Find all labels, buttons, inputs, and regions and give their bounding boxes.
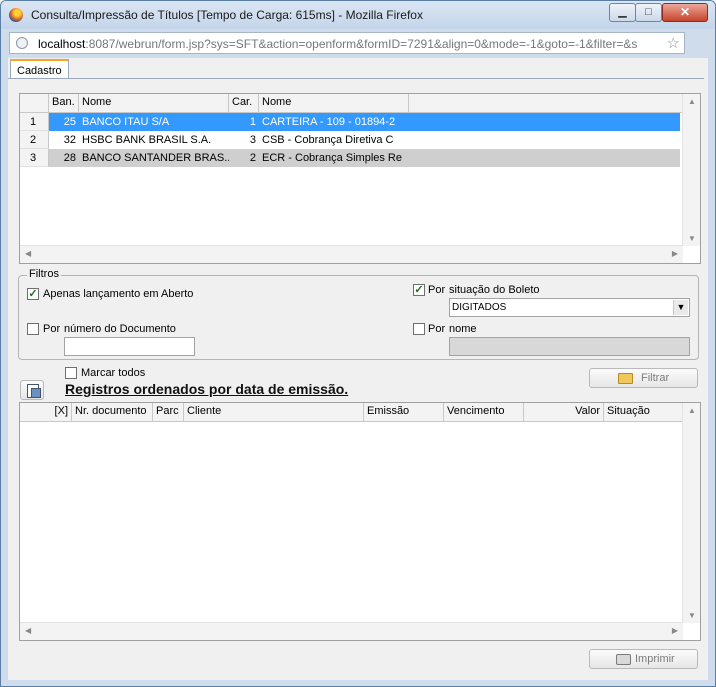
browser-window: Consulta/Impressão de Títulos [Tempo de … [0, 0, 716, 687]
url-text[interactable]: localhost:8087/webrun/form.jsp?sys=SFT&a… [38, 37, 637, 51]
imprimir-label: Imprimir [635, 653, 675, 665]
filters-group: Filtros ✓ Apenas lançamento em Aberto ✓ … [18, 268, 699, 360]
situacao-checkbox[interactable]: ✓ [413, 284, 425, 296]
nome-checkbox[interactable] [413, 323, 425, 335]
cell-nome: HSBC BANK BRASIL S.A. [82, 134, 212, 146]
documento-input[interactable] [64, 337, 195, 356]
window-title: Consulta/Impressão de Títulos [Tempo de … [31, 8, 423, 22]
printer-icon [616, 654, 631, 665]
documento-label: número do Documento [64, 323, 176, 335]
table-row[interactable]: 2 32 HSBC BANK BRASIL S.A. 3 CSB - Cobra… [20, 131, 682, 149]
nome-label: nome [449, 323, 477, 335]
url-host: localhost [38, 37, 86, 51]
title-bar: Consulta/Impressão de Títulos [Tempo de … [1, 1, 715, 29]
situacao-value: DIGITADOS [452, 302, 507, 313]
situacao-select[interactable]: DIGITADOS ▼ [449, 298, 690, 317]
row-number: 1 [20, 113, 49, 131]
chevron-down-icon[interactable]: ▼ [673, 300, 688, 315]
vertical-scrollbar[interactable]: ▲ ▼ [682, 403, 700, 623]
row-number-header [20, 94, 49, 112]
globe-icon [16, 37, 28, 49]
header-cliente[interactable]: Cliente [184, 403, 364, 421]
cell-car: 1 [229, 113, 259, 131]
cell-ban: 32 [63, 134, 76, 146]
maximize-button[interactable]: □ [635, 3, 662, 22]
titles-grid: [X] Nr. documento Parc Cliente Emissão V… [19, 402, 701, 641]
url-bar[interactable]: localhost:8087/webrun/form.jsp?sys=SFT&a… [9, 32, 685, 54]
cell-car: 2 [229, 149, 259, 167]
scroll-down-icon[interactable]: ▼ [688, 611, 696, 620]
sort-icon[interactable] [20, 380, 44, 400]
marcar-todos-checkbox[interactable] [65, 367, 77, 379]
titles-grid-header: [X] Nr. documento Parc Cliente Emissão V… [20, 403, 684, 422]
scroll-up-icon[interactable]: ▲ [688, 97, 696, 106]
minimize-button[interactable]: ▁ [609, 3, 636, 22]
situacao-label: situação do Boleto [449, 284, 540, 296]
table-row[interactable]: 3 28 BANCO SANTANDER BRAS... 2 ECR - Cob… [20, 149, 682, 167]
row-number: 3 [20, 149, 49, 167]
header-situacao[interactable]: Situação [604, 403, 684, 421]
row-number: 2 [20, 131, 49, 149]
nome-por-label: Por [428, 323, 446, 335]
filters-legend: Filtros [27, 268, 61, 280]
scroll-up-icon[interactable]: ▲ [688, 406, 696, 415]
header-parc[interactable]: Parc [153, 403, 184, 421]
header-cart-nome[interactable]: Nome [259, 94, 409, 112]
header-nome[interactable]: Nome [79, 94, 229, 112]
nome-input[interactable] [449, 337, 690, 356]
aberto-checkbox[interactable]: ✓ [27, 288, 39, 300]
aberto-label: Apenas lançamento em Aberto [43, 288, 194, 300]
header-emissao[interactable]: Emissão [364, 403, 444, 421]
star-icon[interactable]: ☆ [667, 34, 680, 52]
header-select-all[interactable]: [X] [20, 403, 72, 421]
scroll-right-icon[interactable]: ▶ [672, 626, 678, 635]
filtrar-label: Filtrar [641, 372, 670, 384]
header-valor[interactable]: Valor [524, 403, 604, 421]
header-car[interactable]: Car. [229, 94, 259, 112]
bank-grid: Ban. Nome Car. Nome 1 25 BANCO ITAU S/A … [19, 93, 701, 264]
scroll-left-icon[interactable]: ◀ [25, 626, 31, 635]
documento-por-label: Por [43, 323, 61, 335]
table-row[interactable]: 1 25 BANCO ITAU S/A 1 CARTEIRA - 109 - 0… [20, 113, 682, 131]
bank-grid-header: Ban. Nome Car. Nome [20, 94, 682, 113]
cell-nome: BANCO ITAU S/A [79, 113, 229, 131]
imprimir-button[interactable]: Imprimir [589, 649, 698, 669]
url-path: :8087/webrun/form.jsp?sys=SFT&action=ope… [85, 37, 638, 51]
scroll-down-icon[interactable]: ▼ [688, 234, 696, 243]
cell-cart-nome: ECR - Cobrança Simples Re [259, 149, 680, 167]
vertical-scrollbar[interactable]: ▲ ▼ [682, 94, 700, 246]
situacao-por-label: Por [428, 284, 446, 296]
cell-cart-nome: CARTEIRA - 109 - 01894-2 [259, 113, 680, 131]
header-nr-documento[interactable]: Nr. documento [72, 403, 153, 421]
horizontal-scrollbar[interactable]: ◀ ▶ [20, 622, 683, 640]
cell-ban: 25 [49, 113, 79, 131]
horizontal-scrollbar[interactable]: ◀ ▶ [20, 245, 683, 263]
close-button[interactable]: ✕ [662, 3, 708, 22]
cell-ban: 28 [49, 149, 79, 167]
filtrar-button[interactable]: Filtrar [589, 368, 698, 388]
cell-cart-nome: CSB - Cobrança Diretiva C [262, 134, 394, 146]
header-vencimento[interactable]: Vencimento [444, 403, 524, 421]
scroll-left-icon[interactable]: ◀ [25, 249, 31, 258]
documento-checkbox[interactable] [27, 323, 39, 335]
folder-icon [618, 373, 633, 384]
tab-divider [8, 78, 704, 79]
firefox-icon [9, 8, 23, 22]
ordered-heading: Registros ordenados por data de emissão. [65, 381, 349, 397]
form-content: Cadastro Ban. Nome Car. Nome 1 25 BANCO … [8, 58, 708, 680]
marcar-todos-label: Marcar todos [81, 367, 146, 379]
cell-nome: BANCO SANTANDER BRAS... [79, 149, 229, 167]
header-ban[interactable]: Ban. [49, 94, 79, 112]
scroll-right-icon[interactable]: ▶ [672, 249, 678, 258]
tab-cadastro[interactable]: Cadastro [10, 59, 69, 79]
cell-car: 3 [249, 134, 256, 146]
